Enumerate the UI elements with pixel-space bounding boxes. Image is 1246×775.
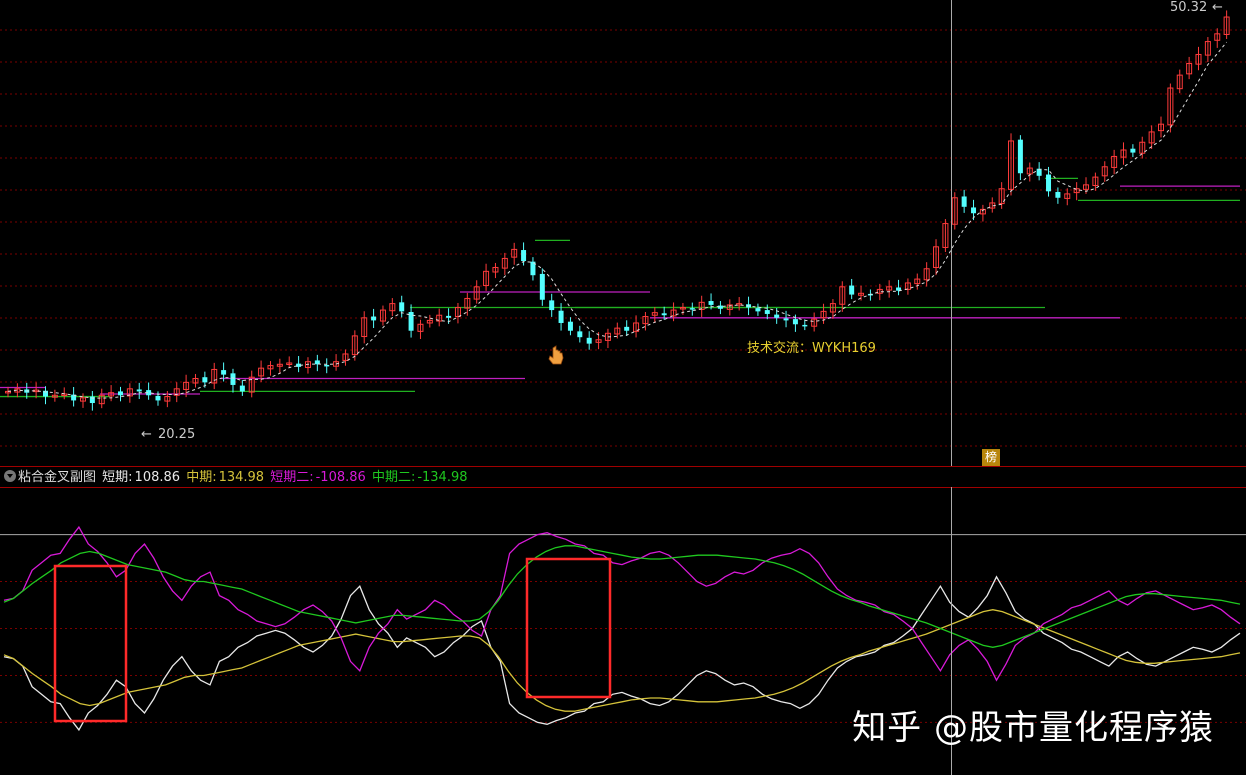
candle-body [774,314,780,318]
candle-body [1130,148,1136,153]
candle-body [117,391,123,396]
candle-body [764,310,770,314]
candle-body [549,300,555,311]
candle-body [586,337,592,344]
main-panel-grid [0,29,1246,488]
candle-body [202,377,208,383]
hand-cursor-icon [548,345,564,365]
indicator-series-line [3,525,1241,682]
candle-body [155,395,161,401]
candle-body [567,321,573,331]
candle-body [783,318,789,321]
candlestick-series [5,10,1230,411]
mid2-label: 中期二: [371,470,416,485]
candle-body [399,302,405,312]
candle-body [708,301,714,305]
candle-body [961,196,967,207]
rank-badge[interactable]: 榜 [982,449,1000,466]
indicator-title[interactable]: 粘合金叉副图 [18,470,96,485]
candle-body [689,308,695,310]
candle-body [136,389,142,392]
chart-annotation: 技术交流：WYKH169 [747,340,876,356]
candle-body [1046,174,1052,192]
candle-body [324,364,330,367]
highlight-boxes [53,557,612,723]
collapse-toggle-icon[interactable] [4,470,16,482]
stock-chart[interactable]: 50.32 20.25 ← ← 技术交流：WYKH169 [0,0,1246,775]
highlight-box [525,557,612,699]
indicator-panel-grid [0,534,1246,723]
candle-body [849,285,855,295]
candle-body [661,313,667,316]
trend-line [7,41,1227,399]
min-price-label: 20.25 [158,427,195,442]
candle-body [755,308,761,312]
candle-body [802,324,808,327]
min-arrow: ← [141,427,152,442]
candle-body [230,373,236,385]
candle-body [792,319,798,325]
short-value: 108.86 [134,470,181,485]
candle-body [371,316,377,321]
indicator-legend: 粘合金叉副图 短期: 108.86 中期: 134.98 短期二: -108.86 中… [0,469,1246,487]
candle-body [1055,191,1061,198]
mid-value: 134.98 [218,470,265,485]
candle-body [577,331,583,338]
candle-body [446,315,452,318]
candle-body [1017,139,1023,174]
max-price-label: 50.32 [1170,0,1207,15]
candle-body [971,207,977,214]
mid2-value: -134.98 [417,470,468,485]
mid-label: 中期: [186,470,217,485]
short2-label: 短期二: [270,470,314,485]
candle-body [539,273,545,300]
candle-body [89,396,95,404]
candle-body [521,250,527,262]
candle-body [558,310,564,323]
short2-value: -108.86 [315,470,366,485]
support-resistance-lines [0,177,1240,398]
price-trend-line [7,41,1227,399]
short-label: 短期: [102,470,133,485]
max-arrow: ← [1212,0,1223,15]
candle-body [221,370,227,375]
candle-body [624,326,630,331]
watermark: 知乎 @股市量化程序猿 [852,708,1214,748]
candle-body [239,385,245,392]
